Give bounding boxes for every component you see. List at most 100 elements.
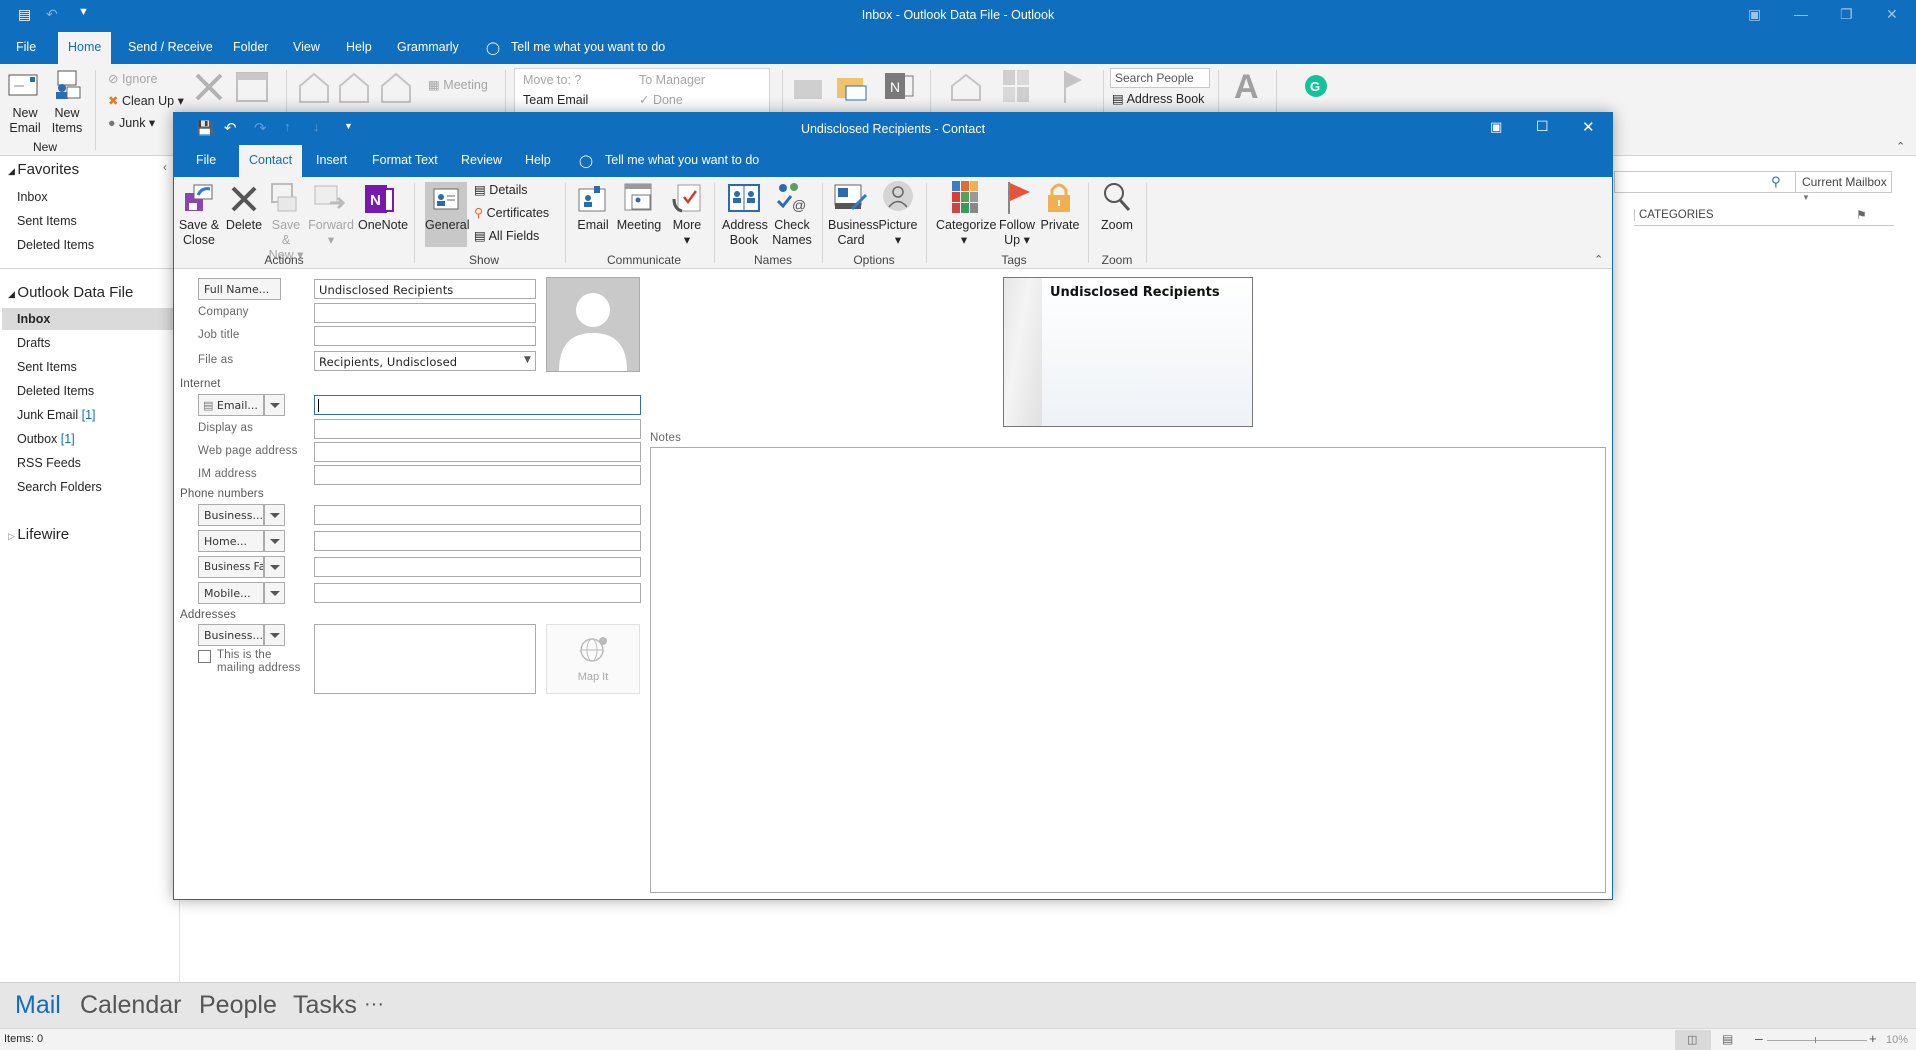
- display-as-field[interactable]: [314, 419, 641, 439]
- address-book-button[interactable]: Address Book: [722, 218, 768, 248]
- contact-photo[interactable]: [546, 277, 640, 372]
- tab-help[interactable]: Help: [346, 40, 372, 54]
- address-type-button[interactable]: Business...: [198, 624, 264, 646]
- map-it-button[interactable]: Map It: [546, 624, 640, 694]
- quick-step-team-email[interactable]: Team Email: [523, 93, 588, 108]
- search-people-input[interactable]: Search People: [1110, 68, 1210, 88]
- folder-deleted-items[interactable]: Deleted Items: [17, 384, 94, 398]
- im-address-field[interactable]: [314, 465, 641, 485]
- business-phone-field[interactable]: [314, 505, 641, 525]
- save-close-button[interactable]: Save & Close: [178, 218, 220, 248]
- phone-type-dropdown[interactable]: [264, 530, 285, 552]
- follow-up-button[interactable]: Follow Up ▾: [996, 218, 1038, 248]
- search-scope-dropdown[interactable]: Current Mailbox ▼: [1795, 171, 1893, 202]
- zoom-out-button[interactable]: –: [1755, 1030, 1763, 1046]
- email-button[interactable]: Email: [574, 218, 612, 233]
- zoom-slider[interactable]: [1767, 1040, 1867, 1041]
- tab-file[interactable]: File: [196, 153, 216, 167]
- tab-file[interactable]: File: [16, 40, 36, 54]
- delete-button[interactable]: Delete: [224, 218, 264, 233]
- quick-step-move-to[interactable]: Move to: ?: [523, 73, 581, 88]
- search-icon[interactable]: ⚲: [1771, 174, 1781, 190]
- favorite-sent-items[interactable]: Sent Items: [17, 214, 77, 228]
- folder-sent-items[interactable]: Sent Items: [17, 360, 77, 374]
- meeting-button[interactable]: Meeting: [616, 218, 662, 233]
- general-view-button[interactable]: General: [425, 182, 469, 247]
- zoom-in-button[interactable]: +: [1869, 1031, 1877, 1046]
- company-field[interactable]: [314, 303, 536, 323]
- zoom-slider-thumb[interactable]: [1815, 1037, 1816, 1043]
- tab-insert[interactable]: Insert: [316, 153, 347, 167]
- minimize-icon[interactable]: —: [1794, 6, 1808, 22]
- new-email-button[interactable]: New Email: [8, 106, 42, 136]
- nav-calendar[interactable]: Calendar: [80, 991, 181, 1020]
- folder-junk-email[interactable]: Junk Email [1]: [17, 408, 96, 422]
- nav-people[interactable]: People: [199, 991, 277, 1020]
- favorite-deleted-items[interactable]: Deleted Items: [17, 238, 94, 252]
- mobile-phone-field[interactable]: [314, 583, 641, 603]
- details-button[interactable]: ▤ Details: [474, 183, 528, 198]
- nav-mail[interactable]: Mail: [15, 991, 61, 1020]
- notes-field[interactable]: [650, 447, 1606, 893]
- collapse-ribbon-icon[interactable]: ⌃: [1594, 253, 1603, 266]
- business-fax-field[interactable]: [314, 557, 641, 577]
- zoom-button[interactable]: Zoom: [1098, 218, 1136, 233]
- ribbon-display-options-icon[interactable]: ▣: [1490, 119, 1502, 135]
- more-button[interactable]: More ▾: [670, 218, 704, 248]
- new-items-button[interactable]: New Items: [48, 106, 86, 136]
- address-type-dropdown[interactable]: [264, 624, 285, 646]
- tab-send-receive[interactable]: Send / Receive: [128, 40, 213, 54]
- folder-search-folders[interactable]: Search Folders: [17, 480, 102, 494]
- job-title-field[interactable]: [314, 326, 536, 346]
- phone-type-dropdown[interactable]: [264, 556, 285, 578]
- onenote-button[interactable]: OneNote: [358, 218, 408, 233]
- restore-icon[interactable]: ❐: [1840, 6, 1853, 23]
- picture-button[interactable]: Picture ▾: [876, 218, 920, 248]
- maximize-icon[interactable]: ☐: [1536, 118, 1549, 135]
- folder-rss-feeds[interactable]: RSS Feeds: [17, 456, 81, 470]
- ignore-button[interactable]: ⊘ Ignore: [108, 72, 157, 87]
- grammarly-icon[interactable]: G: [1304, 74, 1328, 98]
- categories-column-header[interactable]: CATEGORIES: [1634, 209, 1714, 221]
- favorite-inbox[interactable]: Inbox: [17, 190, 48, 204]
- phone-type-button[interactable]: Business Fax..: [198, 556, 264, 578]
- home-phone-field[interactable]: [314, 531, 641, 551]
- phone-type-dropdown[interactable]: [264, 582, 285, 604]
- tab-help[interactable]: Help: [525, 153, 551, 167]
- read-aloud-icon[interactable]: A: [1234, 68, 1259, 107]
- ribbon-display-options-icon[interactable]: ▣: [1748, 6, 1761, 23]
- all-fields-button[interactable]: ▤ All Fields: [474, 229, 539, 244]
- close-icon[interactable]: ✕: [1886, 6, 1898, 23]
- close-contact-icon[interactable]: ✕: [1582, 118, 1595, 136]
- normal-view-button[interactable]: ◫: [1675, 1030, 1711, 1050]
- flag-filter-icon[interactable]: ⚑: [1856, 208, 1867, 222]
- tab-contact[interactable]: Contact: [239, 145, 303, 177]
- check-names-button[interactable]: Check Names: [770, 218, 814, 248]
- nav-tasks[interactable]: Tasks: [293, 991, 357, 1020]
- folder-outbox[interactable]: Outbox [1]: [17, 432, 75, 446]
- tab-view[interactable]: View: [293, 40, 320, 54]
- full-name-field[interactable]: Undisclosed Recipients: [314, 279, 536, 299]
- tab-home[interactable]: Home: [58, 32, 112, 64]
- email-type-button[interactable]: ▤ Email...: [198, 394, 264, 416]
- folder-drafts[interactable]: Drafts: [17, 336, 50, 350]
- business-card-preview[interactable]: Undisclosed Recipients: [1003, 277, 1253, 427]
- search-mailbox-input[interactable]: ⚲ Current Mailbox ▼: [1614, 171, 1893, 202]
- phone-type-button[interactable]: Business...: [198, 504, 264, 526]
- address-field[interactable]: [314, 624, 536, 694]
- lifewire-header[interactable]: ▷ Lifewire: [8, 526, 69, 543]
- private-button[interactable]: Private: [1040, 218, 1080, 233]
- file-as-dropdown[interactable]: Recipients, Undisclosed ▼: [314, 351, 536, 371]
- forward-button[interactable]: Forward ▾: [308, 218, 354, 248]
- tab-folder[interactable]: Folder: [233, 40, 268, 54]
- collapse-folder-pane-icon[interactable]: ‹: [163, 160, 167, 174]
- mailing-address-checkbox[interactable]: [198, 650, 211, 663]
- tab-format-text[interactable]: Format Text: [372, 153, 438, 167]
- tell-me-search[interactable]: Tell me what you want to do: [605, 153, 759, 167]
- folder-inbox[interactable]: Inbox: [17, 312, 50, 326]
- phone-type-button[interactable]: Mobile...: [198, 582, 264, 604]
- business-card-button[interactable]: Business Card: [828, 218, 879, 248]
- clean-up-button[interactable]: ✖ Clean Up ▾: [108, 94, 184, 109]
- email-field[interactable]: [314, 395, 641, 415]
- tab-grammarly[interactable]: Grammarly: [397, 40, 459, 54]
